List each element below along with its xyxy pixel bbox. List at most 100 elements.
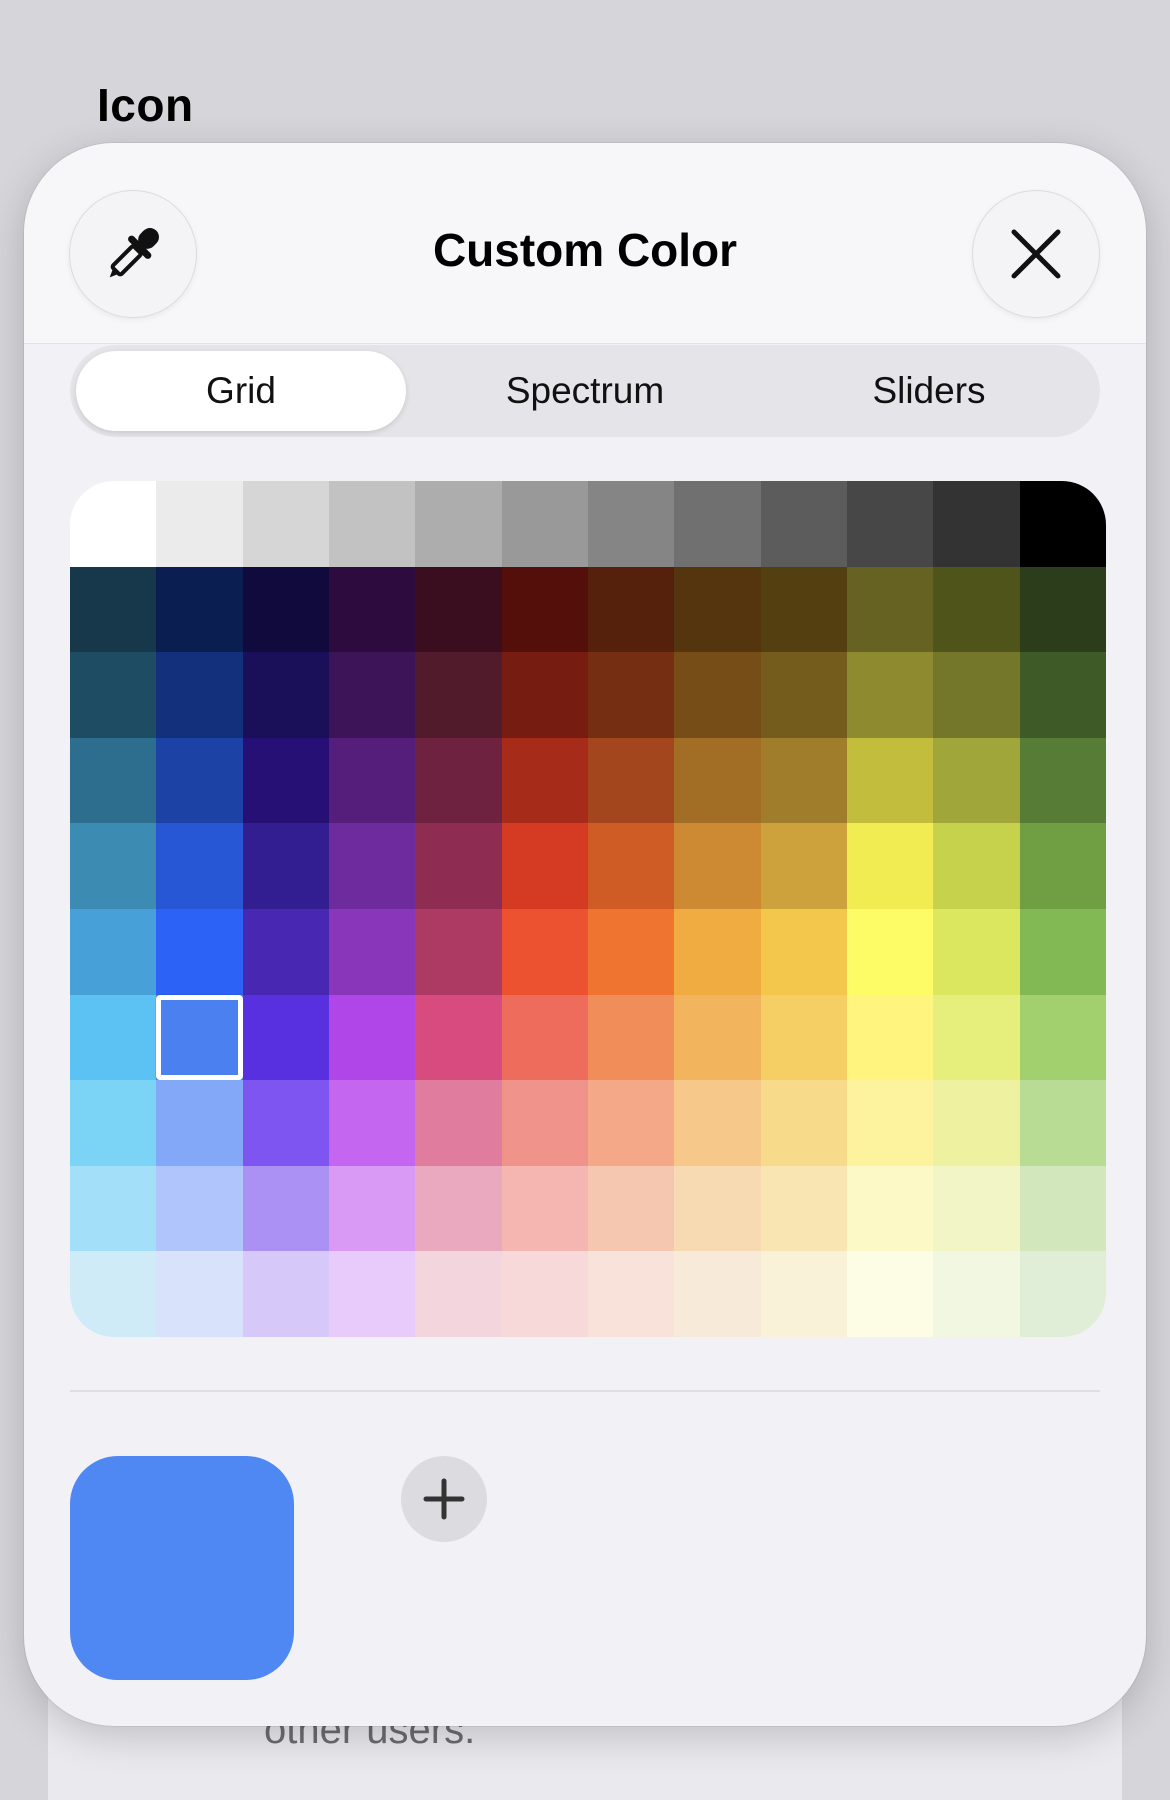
color-swatch[interactable] xyxy=(674,566,761,653)
color-swatch[interactable] xyxy=(847,1165,934,1252)
color-swatch[interactable] xyxy=(588,566,675,653)
color-swatch[interactable] xyxy=(674,1080,761,1166)
color-swatch[interactable] xyxy=(501,1165,588,1252)
color-swatch[interactable] xyxy=(933,737,1020,824)
close-button[interactable] xyxy=(972,190,1100,318)
color-swatch[interactable] xyxy=(156,737,243,824)
color-swatch[interactable] xyxy=(242,994,329,1081)
color-swatch[interactable] xyxy=(501,1080,588,1166)
color-swatch[interactable] xyxy=(760,908,847,995)
color-swatch[interactable] xyxy=(415,908,502,995)
color-swatch[interactable] xyxy=(674,823,761,909)
color-swatch[interactable] xyxy=(242,1251,329,1337)
color-swatch[interactable] xyxy=(760,1165,847,1252)
color-swatch[interactable] xyxy=(847,481,934,567)
color-swatch[interactable] xyxy=(415,481,502,567)
color-swatch[interactable] xyxy=(329,652,416,738)
color-swatch[interactable] xyxy=(933,908,1020,995)
color-swatch[interactable] xyxy=(847,994,934,1081)
color-swatch[interactable] xyxy=(242,566,329,653)
color-swatch[interactable] xyxy=(70,1251,157,1337)
tab-grid[interactable]: Grid xyxy=(76,351,406,431)
color-swatch[interactable] xyxy=(329,1165,416,1252)
tab-sliders[interactable]: Sliders xyxy=(764,351,1094,431)
color-swatch[interactable] xyxy=(933,994,1020,1081)
color-swatch[interactable] xyxy=(674,652,761,738)
color-swatch[interactable] xyxy=(1019,481,1106,567)
color-swatch[interactable] xyxy=(847,1251,934,1337)
color-swatch[interactable] xyxy=(415,1165,502,1252)
color-swatch[interactable] xyxy=(329,737,416,824)
color-swatch[interactable] xyxy=(847,1080,934,1166)
color-swatch[interactable] xyxy=(242,737,329,824)
color-swatch[interactable] xyxy=(242,908,329,995)
color-swatch[interactable] xyxy=(588,652,675,738)
color-swatch[interactable] xyxy=(1019,566,1106,653)
color-swatch[interactable] xyxy=(501,823,588,909)
color-swatch[interactable] xyxy=(588,823,675,909)
color-swatch[interactable] xyxy=(1019,1165,1106,1252)
color-swatch[interactable] xyxy=(415,994,502,1081)
color-swatch[interactable] xyxy=(70,908,157,995)
color-swatch[interactable] xyxy=(588,481,675,567)
color-swatch[interactable] xyxy=(588,737,675,824)
color-swatch[interactable] xyxy=(156,1251,243,1337)
color-swatch[interactable] xyxy=(674,908,761,995)
color-swatch[interactable] xyxy=(156,652,243,738)
color-swatch[interactable] xyxy=(1019,1251,1106,1337)
color-swatch[interactable] xyxy=(156,1080,243,1166)
color-swatch[interactable] xyxy=(242,823,329,909)
color-swatch[interactable] xyxy=(70,652,157,738)
color-swatch[interactable] xyxy=(329,823,416,909)
color-swatch[interactable] xyxy=(501,1251,588,1337)
color-swatch[interactable] xyxy=(1019,652,1106,738)
color-swatch[interactable] xyxy=(329,481,416,567)
color-swatch[interactable] xyxy=(760,481,847,567)
color-swatch[interactable] xyxy=(329,1080,416,1166)
color-swatch[interactable] xyxy=(933,823,1020,909)
color-swatch[interactable] xyxy=(242,652,329,738)
color-swatch[interactable] xyxy=(415,652,502,738)
color-swatch[interactable] xyxy=(501,737,588,824)
color-swatch[interactable] xyxy=(70,823,157,909)
color-swatch[interactable] xyxy=(588,908,675,995)
color-swatch[interactable] xyxy=(242,1080,329,1166)
color-swatch[interactable] xyxy=(70,994,157,1081)
color-swatch[interactable] xyxy=(1019,737,1106,824)
color-swatch[interactable] xyxy=(329,908,416,995)
color-swatch[interactable] xyxy=(760,1080,847,1166)
color-swatch[interactable] xyxy=(242,481,329,567)
color-swatch[interactable] xyxy=(329,566,416,653)
color-swatch[interactable] xyxy=(674,1165,761,1252)
color-swatch[interactable] xyxy=(933,1251,1020,1337)
color-swatch[interactable] xyxy=(760,823,847,909)
color-swatch[interactable] xyxy=(156,823,243,909)
color-swatch[interactable] xyxy=(156,1165,243,1252)
color-swatch[interactable] xyxy=(415,823,502,909)
color-swatch[interactable] xyxy=(415,1251,502,1337)
color-swatch[interactable] xyxy=(760,566,847,653)
color-swatch[interactable] xyxy=(760,737,847,824)
color-swatch[interactable] xyxy=(760,1251,847,1337)
color-swatch[interactable] xyxy=(70,1165,157,1252)
color-swatch[interactable] xyxy=(674,737,761,824)
color-swatch[interactable] xyxy=(1019,908,1106,995)
color-swatch[interactable] xyxy=(156,908,243,995)
color-swatch[interactable] xyxy=(501,566,588,653)
color-swatch[interactable] xyxy=(156,566,243,653)
color-swatch[interactable] xyxy=(588,1080,675,1166)
color-swatch[interactable] xyxy=(70,1080,157,1166)
color-swatch[interactable] xyxy=(415,737,502,824)
color-swatch[interactable] xyxy=(329,994,416,1081)
color-swatch[interactable] xyxy=(674,1251,761,1337)
color-swatch[interactable] xyxy=(501,994,588,1081)
color-swatch[interactable] xyxy=(674,994,761,1081)
color-swatch[interactable] xyxy=(1019,823,1106,909)
color-swatch[interactable] xyxy=(242,1165,329,1252)
color-swatch[interactable] xyxy=(70,566,157,653)
color-swatch[interactable] xyxy=(415,1080,502,1166)
color-swatch[interactable] xyxy=(70,481,157,567)
color-swatch[interactable] xyxy=(70,737,157,824)
color-swatch[interactable] xyxy=(588,1251,675,1337)
color-swatch[interactable] xyxy=(501,481,588,567)
